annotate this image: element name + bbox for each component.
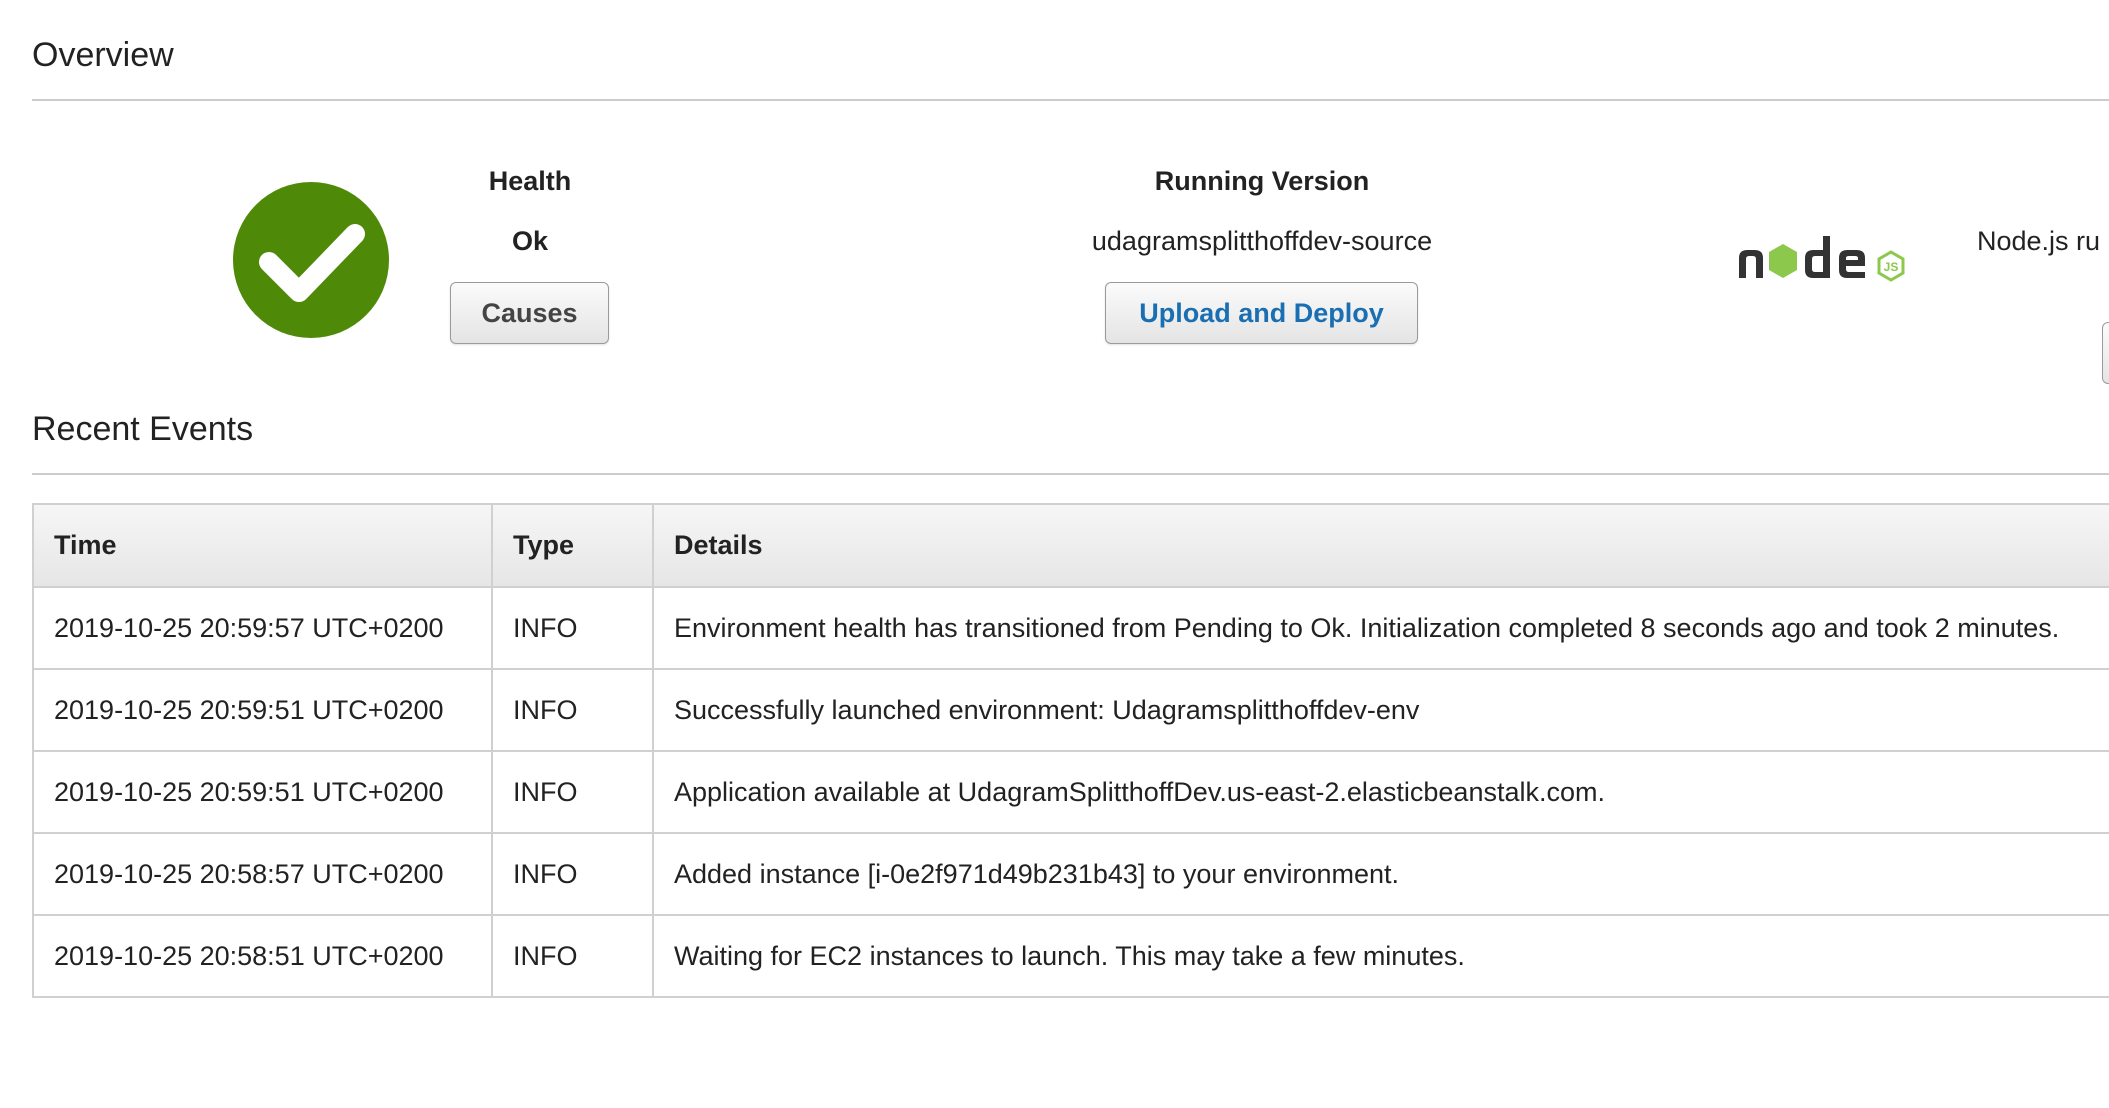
overview-divider [32, 99, 2109, 101]
upload-and-deploy-button[interactable]: Upload and Deploy [1105, 282, 1418, 344]
check-circle-icon [233, 182, 389, 338]
column-header-details[interactable]: Details [652, 503, 2109, 588]
event-time: 2019-10-25 20:59:51 UTC+0200 [32, 750, 493, 834]
event-type: INFO [491, 668, 654, 752]
health-label: Health [488, 166, 572, 196]
causes-button[interactable]: Causes [450, 282, 609, 344]
table-row: 2019-10-25 20:58:57 UTC+0200 INFO Added … [32, 832, 2109, 916]
event-details: Application available at UdagramSplittho… [652, 750, 2109, 834]
platform-change-button[interactable] [2102, 322, 2109, 384]
event-time: 2019-10-25 20:59:51 UTC+0200 [32, 668, 493, 752]
events-table-header: Time Type Details [32, 503, 2109, 588]
event-time: 2019-10-25 20:59:57 UTC+0200 [32, 586, 493, 670]
node-js-logo-icon: JS [1739, 236, 1905, 282]
event-type: INFO [491, 914, 654, 998]
column-header-time[interactable]: Time [32, 503, 493, 588]
recent-events-title: Recent Events [32, 410, 254, 448]
events-table: Time Type Details 2019-10-25 20:59:57 UT… [32, 503, 2109, 998]
svg-text:JS: JS [1884, 260, 1899, 274]
events-divider [32, 473, 2109, 475]
table-row: 2019-10-25 20:59:51 UTC+0200 INFO Succes… [32, 668, 2109, 752]
running-version-label: Running Version [1154, 166, 1370, 196]
page: Overview Health Ok Causes Running Versio… [0, 0, 2109, 1108]
event-type: INFO [491, 832, 654, 916]
event-details: Added instance [i-0e2f971d49b231b43] to … [652, 832, 2109, 916]
column-header-type[interactable]: Type [491, 503, 654, 588]
event-time: 2019-10-25 20:58:57 UTC+0200 [32, 832, 493, 916]
table-row: 2019-10-25 20:58:51 UTC+0200 INFO Waitin… [32, 914, 2109, 998]
event-details: Environment health has transitioned from… [652, 586, 2109, 670]
running-version-value: udagramsplitthoffdev-source [1091, 226, 1433, 256]
table-row: 2019-10-25 20:59:57 UTC+0200 INFO Enviro… [32, 586, 2109, 670]
event-time: 2019-10-25 20:58:51 UTC+0200 [32, 914, 493, 998]
platform-description: Node.js ru [1977, 226, 2101, 256]
event-details: Successfully launched environment: Udagr… [652, 668, 2109, 752]
overview-title: Overview [32, 36, 174, 74]
event-details: Waiting for EC2 instances to launch. Thi… [652, 914, 2109, 998]
health-status-value: Ok [511, 226, 549, 256]
event-type: INFO [491, 750, 654, 834]
event-type: INFO [491, 586, 654, 670]
table-row: 2019-10-25 20:59:51 UTC+0200 INFO Applic… [32, 750, 2109, 834]
